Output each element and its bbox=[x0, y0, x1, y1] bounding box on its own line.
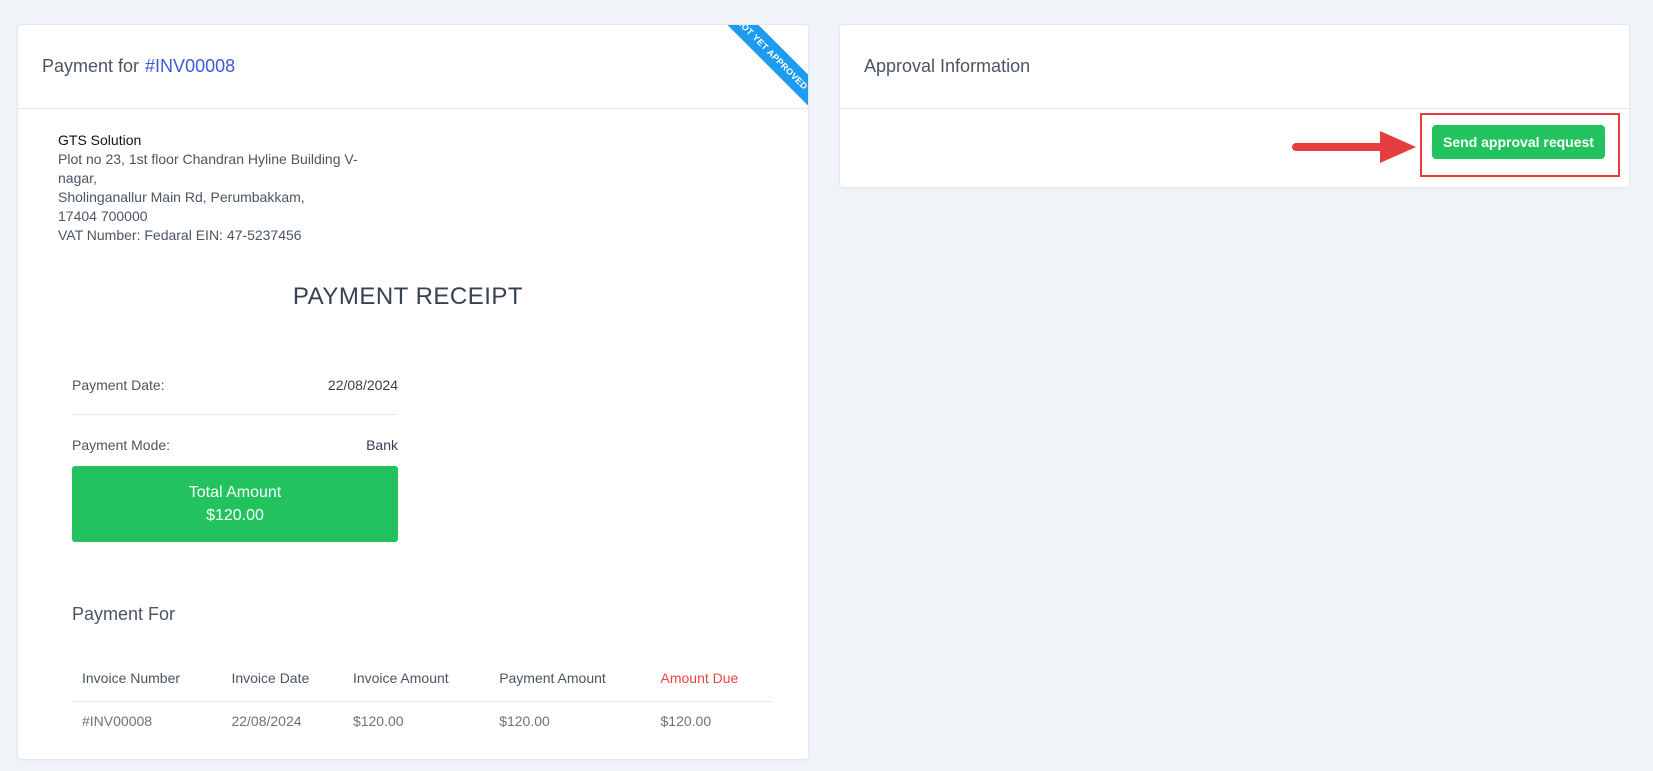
payment-card: Payment for #INV00008 NOT YET APPROVED G… bbox=[17, 24, 809, 760]
total-amount-box: Total Amount $120.00 bbox=[72, 466, 398, 542]
company-details: GTS Solution Plot no 23, 1st floor Chand… bbox=[58, 131, 378, 245]
cell-payment-amount: $120.00 bbox=[499, 713, 550, 730]
payment-for-title: Payment For bbox=[72, 604, 176, 624]
col-invoice-date: Invoice Date bbox=[221, 655, 343, 702]
payment-date-value: 22/08/2024 bbox=[327, 376, 398, 393]
cell-invoice-date: 22/08/2024 bbox=[231, 713, 302, 730]
approval-title: Approval Information bbox=[864, 56, 1031, 76]
status-ribbon-text: NOT YET APPROVED bbox=[728, 25, 808, 105]
company-vat: VAT Number: Fedaral EIN: 47-5237456 bbox=[58, 227, 302, 243]
company-address-line1: Plot no 23, 1st floor Chandran Hyline Bu… bbox=[58, 151, 358, 186]
receipt-title-text: PAYMENT RECEIPT bbox=[292, 283, 524, 310]
send-approval-highlight: Send approval request bbox=[1420, 113, 1620, 177]
col-payment-amount: Payment Amount bbox=[489, 655, 651, 702]
cell-amount-due: $120.00 bbox=[660, 713, 712, 730]
receipt-title: PAYMENT RECEIPT bbox=[18, 283, 808, 311]
payment-mode-value: Bank bbox=[366, 437, 398, 453]
table-row: #INV00008 22/08/2024 $120.00 $120.00 $12… bbox=[72, 701, 772, 741]
company-address-line2: Sholinganallur Main Rd, Perumbakkam, bbox=[58, 189, 305, 205]
cell-invoice-number: #INV00008 bbox=[82, 713, 153, 730]
cell-invoice-amount: $120.00 bbox=[352, 713, 404, 730]
invoice-link[interactable]: #INV00008 bbox=[145, 56, 235, 77]
approval-card-header: Approval Information bbox=[840, 25, 1629, 109]
payment-mode-label: Payment Mode: bbox=[72, 437, 171, 453]
status-ribbon: NOT YET APPROVED bbox=[728, 25, 808, 105]
company-address-line3: 17404 700000 bbox=[58, 208, 148, 224]
payment-header-prefix: Payment for bbox=[42, 56, 140, 76]
approval-card: Approval Information Send approval reque… bbox=[839, 24, 1630, 188]
payment-date-label: Payment Date: bbox=[72, 376, 165, 393]
payment-date-row: Payment Date: 22/08/2024 bbox=[72, 355, 398, 415]
payment-for-table: Invoice Number Invoice Date Invoice Amou… bbox=[72, 655, 772, 741]
col-invoice-amount: Invoice Amount bbox=[342, 655, 490, 702]
col-amount-due: Amount Due bbox=[650, 655, 772, 702]
company-name: GTS Solution bbox=[58, 132, 142, 148]
table-header-row: Invoice Number Invoice Date Invoice Amou… bbox=[72, 655, 772, 702]
total-amount-value: $120.00 bbox=[206, 507, 264, 524]
payment-card-header: Payment for #INV00008 bbox=[18, 25, 808, 109]
send-approval-request-button[interactable]: Send approval request bbox=[1432, 125, 1605, 159]
col-invoice-number: Invoice Number bbox=[72, 655, 222, 702]
arrow-right-icon bbox=[1292, 131, 1416, 163]
total-amount-label: Total Amount bbox=[188, 484, 282, 501]
